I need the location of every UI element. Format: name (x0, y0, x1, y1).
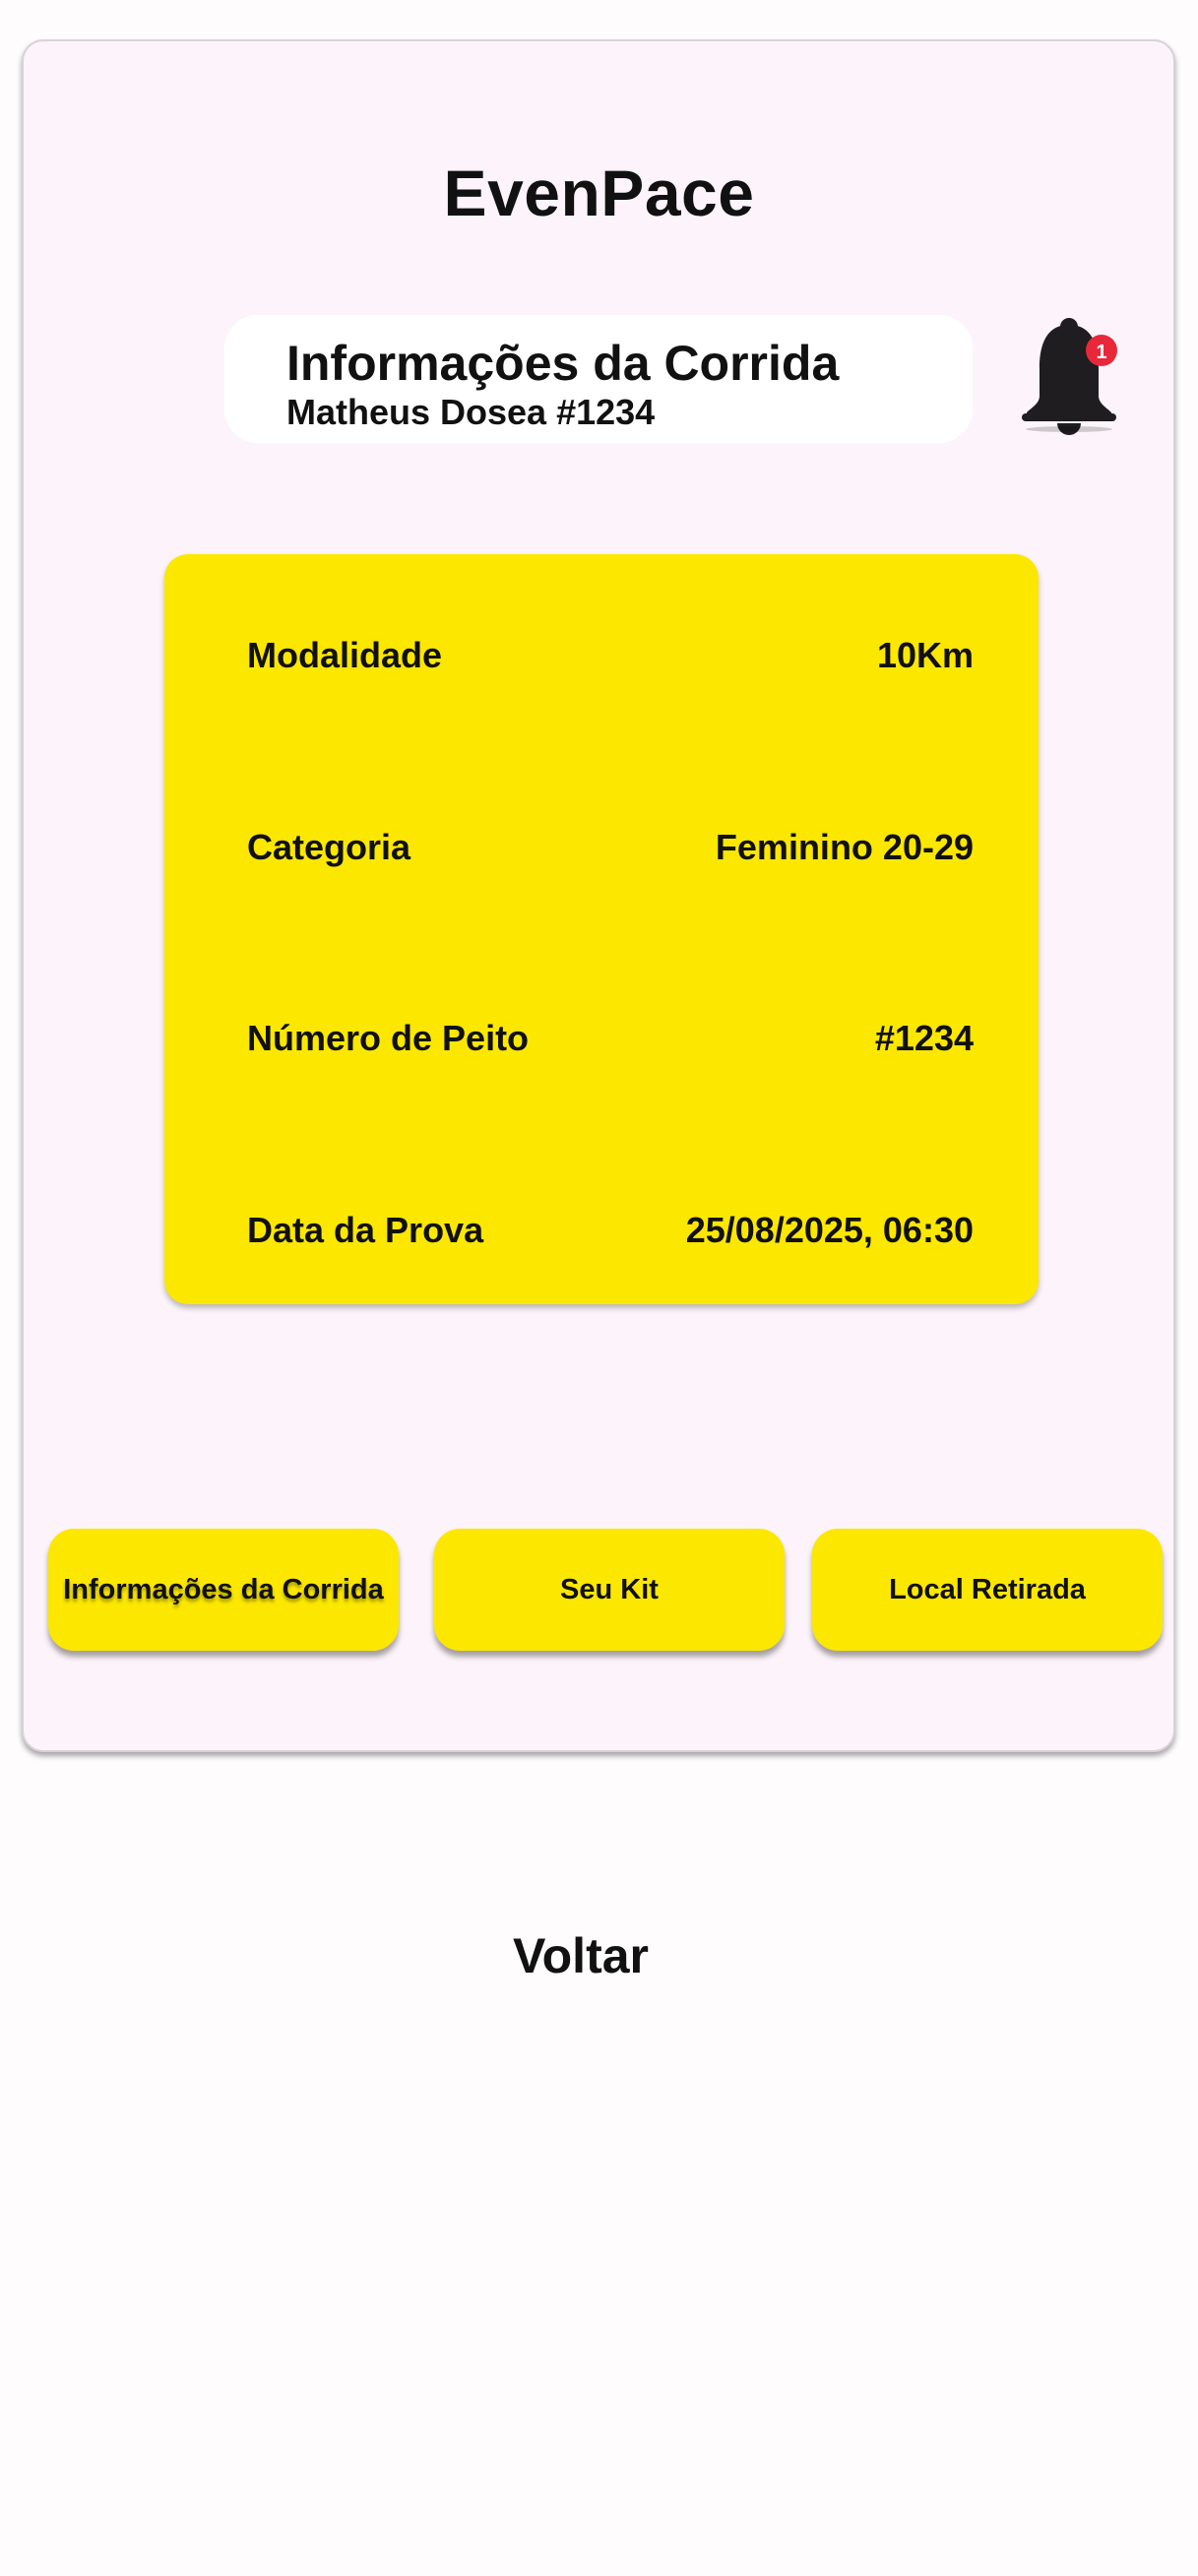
page-header-card: Informações da Corrida Matheus Dosea #12… (224, 315, 973, 443)
page-title: Informações da Corrida (286, 336, 840, 391)
notification-badge: 1 (1086, 335, 1117, 366)
tab-local-retirada[interactable]: Local Retirada (812, 1529, 1163, 1651)
back-button[interactable]: Voltar (0, 1927, 1162, 1984)
notification-count: 1 (1096, 342, 1106, 363)
info-row-categoria: Categoria Feminino 20-29 (247, 823, 974, 872)
bell-icon: 1 (1022, 318, 1117, 435)
info-row-data-prova: Data da Prova 25/08/2025, 06:30 (247, 1206, 974, 1255)
info-label: Categoria (247, 827, 411, 867)
notifications-button[interactable]: 1 (1019, 313, 1129, 437)
runner-name: Matheus Dosea #1234 (286, 392, 656, 432)
info-label: Número de Peito (247, 1018, 530, 1058)
info-label: Data da Prova (247, 1210, 484, 1250)
info-value: 10Km (876, 635, 974, 675)
app-title: EvenPace (443, 157, 755, 229)
tab-seu-kit[interactable]: Seu Kit (434, 1529, 785, 1651)
info-value: 25/08/2025, 06:30 (685, 1210, 974, 1250)
tab-informacoes-corrida[interactable]: Informações da Corrida (48, 1529, 399, 1651)
info-value: #1234 (874, 1018, 974, 1058)
race-info-card: Modalidade 10Km Categoria Feminino 20-29… (164, 554, 1039, 1304)
info-value: Feminino 20-29 (715, 827, 974, 867)
info-row-numero-peito: Número de Peito #1234 (247, 1014, 974, 1063)
info-row-modalidade: Modalidade 10Km (247, 631, 974, 680)
info-label: Modalidade (247, 635, 443, 675)
